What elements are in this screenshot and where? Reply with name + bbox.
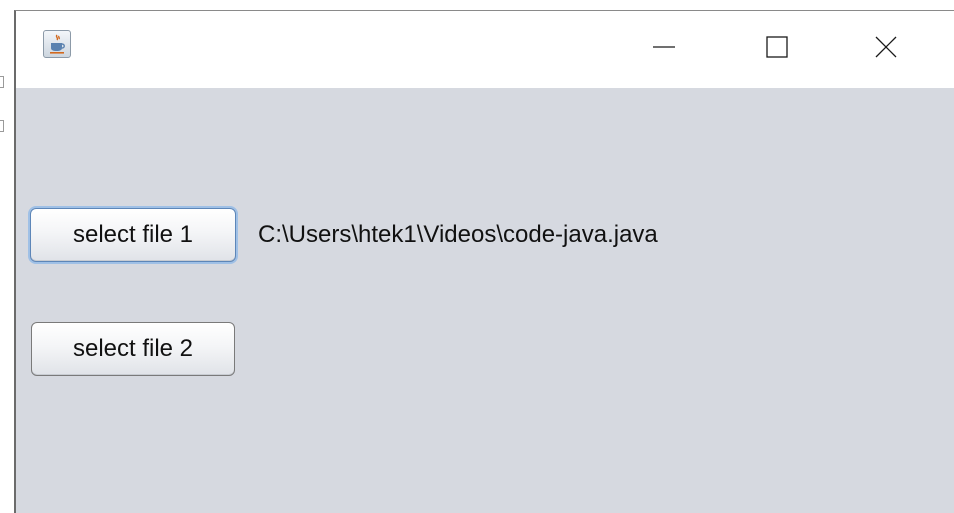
select-file-1-button[interactable]: select file 1 [30, 208, 236, 262]
java-cup-icon[interactable] [43, 30, 71, 58]
close-button[interactable] [856, 11, 916, 88]
background-checkbox [0, 120, 4, 132]
screen: select file 1 C:\Users\htek1\Videos\code… [0, 0, 954, 513]
app-window: select file 1 C:\Users\htek1\Videos\code… [14, 10, 954, 513]
content-panel: select file 1 C:\Users\htek1\Videos\code… [16, 88, 954, 513]
title-bar[interactable] [16, 11, 954, 88]
maximize-button[interactable] [747, 11, 807, 88]
background-checkbox [0, 76, 4, 88]
background-window-edge [0, 0, 14, 513]
select-file-2-button[interactable]: select file 2 [31, 322, 235, 376]
minimize-button[interactable] [634, 11, 694, 88]
minimize-icon [653, 36, 675, 63]
maximize-icon [766, 36, 788, 63]
file-1-path-label: C:\Users\htek1\Videos\code-java.java [258, 221, 658, 248]
close-icon [875, 36, 897, 63]
select-file-1-label: select file 1 [72, 221, 194, 248]
select-file-2-label: select file 2 [72, 335, 194, 362]
